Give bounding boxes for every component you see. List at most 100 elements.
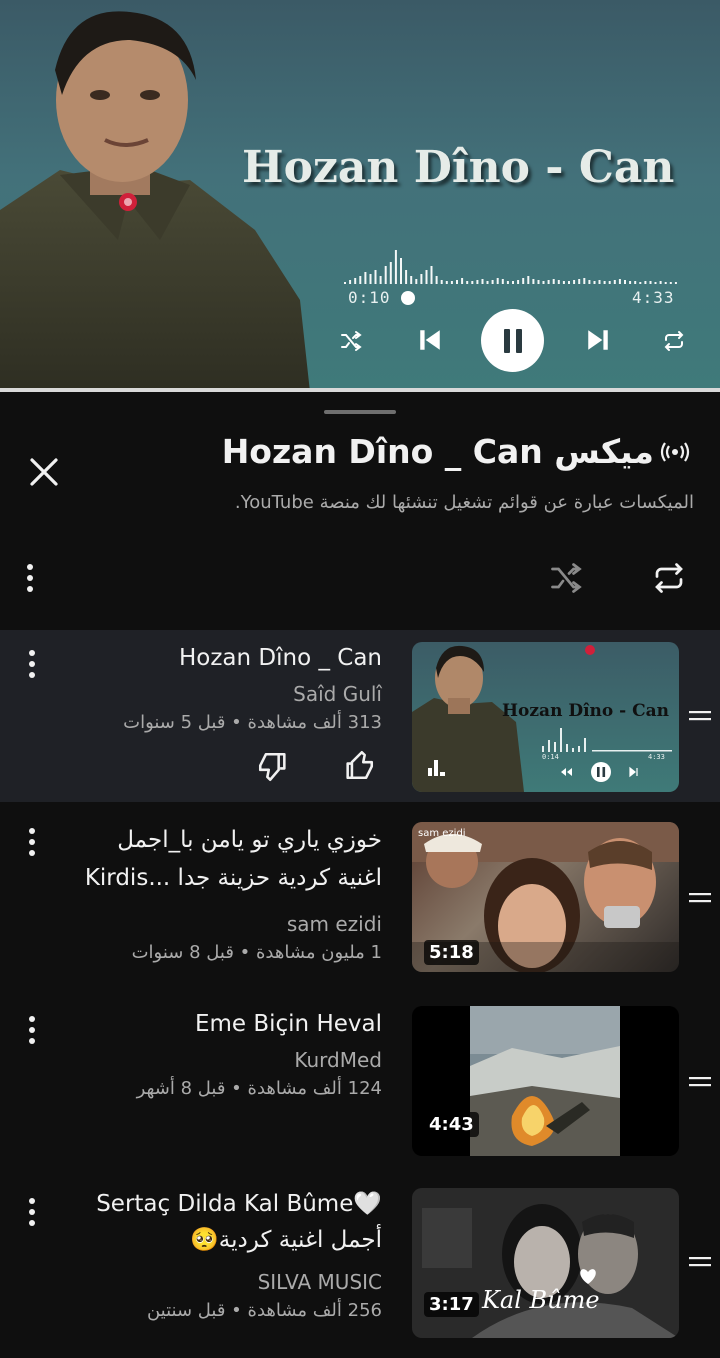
mix-queue-panel: Hozan Dîno _ Can ميكس الميكسات عبارة عن …	[0, 396, 720, 1358]
repeat-icon[interactable]	[658, 326, 690, 356]
waveform-bar	[354, 278, 357, 284]
pause-button[interactable]	[481, 309, 544, 372]
waveform-bar	[430, 266, 433, 284]
mix-title-text: Hozan Dîno _ Can ميكس	[221, 432, 654, 471]
waveform-bar	[466, 281, 469, 284]
waveform-bar	[552, 279, 555, 284]
waveform-bar	[369, 274, 372, 284]
waveform-bar	[517, 280, 520, 284]
waveform-bar	[608, 281, 611, 284]
queue-repeat-icon[interactable]	[648, 560, 690, 596]
radio-broadcast-icon	[660, 441, 690, 462]
video-title-line-2: اغنية كردية حزينة جدا ...Kirdis	[84, 865, 382, 891]
waveform-bar	[512, 281, 514, 284]
waveform-bar	[537, 280, 540, 284]
waveform-bar	[440, 280, 443, 284]
waveform-bar	[425, 270, 428, 284]
channel-name: KurdMed	[294, 1048, 382, 1072]
more-options-icon[interactable]	[18, 560, 42, 596]
waveform-bar	[583, 278, 586, 284]
waveform-bar	[506, 281, 509, 284]
pause-icon	[503, 328, 522, 353]
video-title-line-2: أجمل اغنية كردية🥺	[190, 1227, 382, 1253]
close-icon[interactable]	[24, 452, 64, 492]
thumbnail-time-current: 0:14	[542, 753, 559, 761]
video-thumbnail[interactable]: Hozan Dîno - Can 0:14 4:33	[412, 642, 679, 792]
waveform-bar	[547, 280, 550, 284]
more-options-icon[interactable]	[20, 1012, 44, 1048]
queue-item-now-playing[interactable]: Hozan Dîno _ Can Saîd Gulî 313 ألف مشاهد…	[0, 630, 720, 802]
previous-icon[interactable]	[414, 324, 446, 356]
now-playing-player[interactable]: Hozan Dîno - Can 0:10 4:33	[0, 0, 720, 392]
waveform-bar	[379, 276, 382, 284]
waveform-bar	[562, 281, 565, 284]
drag-handle-icon[interactable]	[688, 706, 712, 726]
waveform-bar	[532, 279, 535, 284]
video-title: Eme Biçin Heval	[194, 1011, 382, 1037]
more-options-icon[interactable]	[20, 646, 44, 682]
thumbnail-waveform	[542, 728, 672, 752]
waveform-bar	[527, 276, 530, 284]
shuffle-icon[interactable]	[336, 326, 366, 356]
channel-name: sam ezidi	[286, 912, 382, 936]
total-time: 4:33	[632, 288, 675, 307]
song-banner-title: Hozan Dîno - Can	[242, 142, 675, 193]
queue-item[interactable]: خوزي ياري تو يامن با_اجمل اغنية كردية حز…	[0, 808, 720, 978]
video-title-line-1: خوزي ياري تو يامن با_اجمل	[117, 827, 382, 853]
waveform-bar	[410, 276, 413, 284]
video-duration: 3:17	[424, 1292, 479, 1317]
waveform-bar	[486, 281, 489, 284]
waveform-bar	[456, 280, 458, 284]
queue-shuffle-icon[interactable]	[546, 560, 586, 596]
waveform-bar	[644, 281, 647, 284]
video-metadata: 256 ألف مشاهدة • قبل سنتين	[146, 1300, 382, 1321]
waveform-bar	[415, 279, 418, 284]
channel-name: Saîd Gulî	[293, 682, 382, 706]
waveform-bar	[349, 280, 352, 284]
waveform-bar	[557, 280, 560, 284]
waveform-bar	[568, 281, 570, 284]
waveform-bar	[598, 280, 601, 284]
drag-handle-icon[interactable]	[688, 888, 712, 908]
waveform-bar	[654, 282, 657, 284]
waveform-bar	[624, 280, 626, 284]
waveform-bar	[674, 282, 677, 284]
waveform-bar	[522, 278, 525, 284]
video-metadata: 1 مليون مشاهدة • قبل 8 سنوات	[131, 942, 382, 963]
waveform-bar	[476, 280, 479, 284]
waveform-bar	[384, 266, 387, 284]
thumbnail-watermark: sam ezidi	[418, 828, 466, 839]
waveform-bar	[450, 281, 453, 284]
video-duration: 5:18	[424, 940, 479, 965]
waveform-bar	[364, 272, 367, 284]
queue-item[interactable]: Eme Biçin Heval KurdMed 124 ألف مشاهدة •…	[0, 1000, 720, 1170]
current-time: 0:10	[348, 288, 391, 307]
waveform-bar	[461, 278, 464, 284]
waveform-bar	[405, 270, 408, 284]
waveform-bar	[618, 279, 621, 284]
audio-waveform	[344, 250, 677, 284]
thumbnail-artwork: Hozan Dîno - Can 0:14 4:33	[412, 645, 672, 792]
more-options-icon[interactable]	[20, 824, 44, 860]
waveform-bar	[649, 281, 652, 284]
video-progress-bar[interactable]	[0, 388, 720, 392]
drag-handle-icon[interactable]	[688, 1252, 712, 1272]
more-options-icon[interactable]	[20, 1194, 44, 1230]
waveform-bar	[501, 279, 504, 284]
seek-handle[interactable]	[401, 291, 415, 305]
panel-drag-handle[interactable]	[324, 410, 396, 414]
next-icon[interactable]	[582, 324, 614, 356]
waveform-bar	[664, 282, 667, 284]
queue-item[interactable]: Sertaç Dilda Kal Bûme🤍 أجمل اغنية كردية🥺…	[0, 1182, 720, 1358]
waveform-bar	[634, 281, 637, 284]
video-title: Hozan Dîno _ Can	[178, 645, 382, 671]
mix-title: Hozan Dîno _ Can ميكس	[222, 432, 690, 471]
waveform-bar	[659, 281, 662, 284]
mix-description: الميكسات عبارة عن قوائم تشغيل تنشئها لك …	[234, 492, 694, 513]
dislike-icon[interactable]	[256, 750, 290, 784]
waveform-bar	[593, 281, 596, 284]
waveform-bar	[578, 279, 581, 284]
drag-handle-icon[interactable]	[688, 1072, 712, 1092]
video-duration: 4:43	[424, 1112, 479, 1137]
like-icon[interactable]	[342, 748, 376, 782]
